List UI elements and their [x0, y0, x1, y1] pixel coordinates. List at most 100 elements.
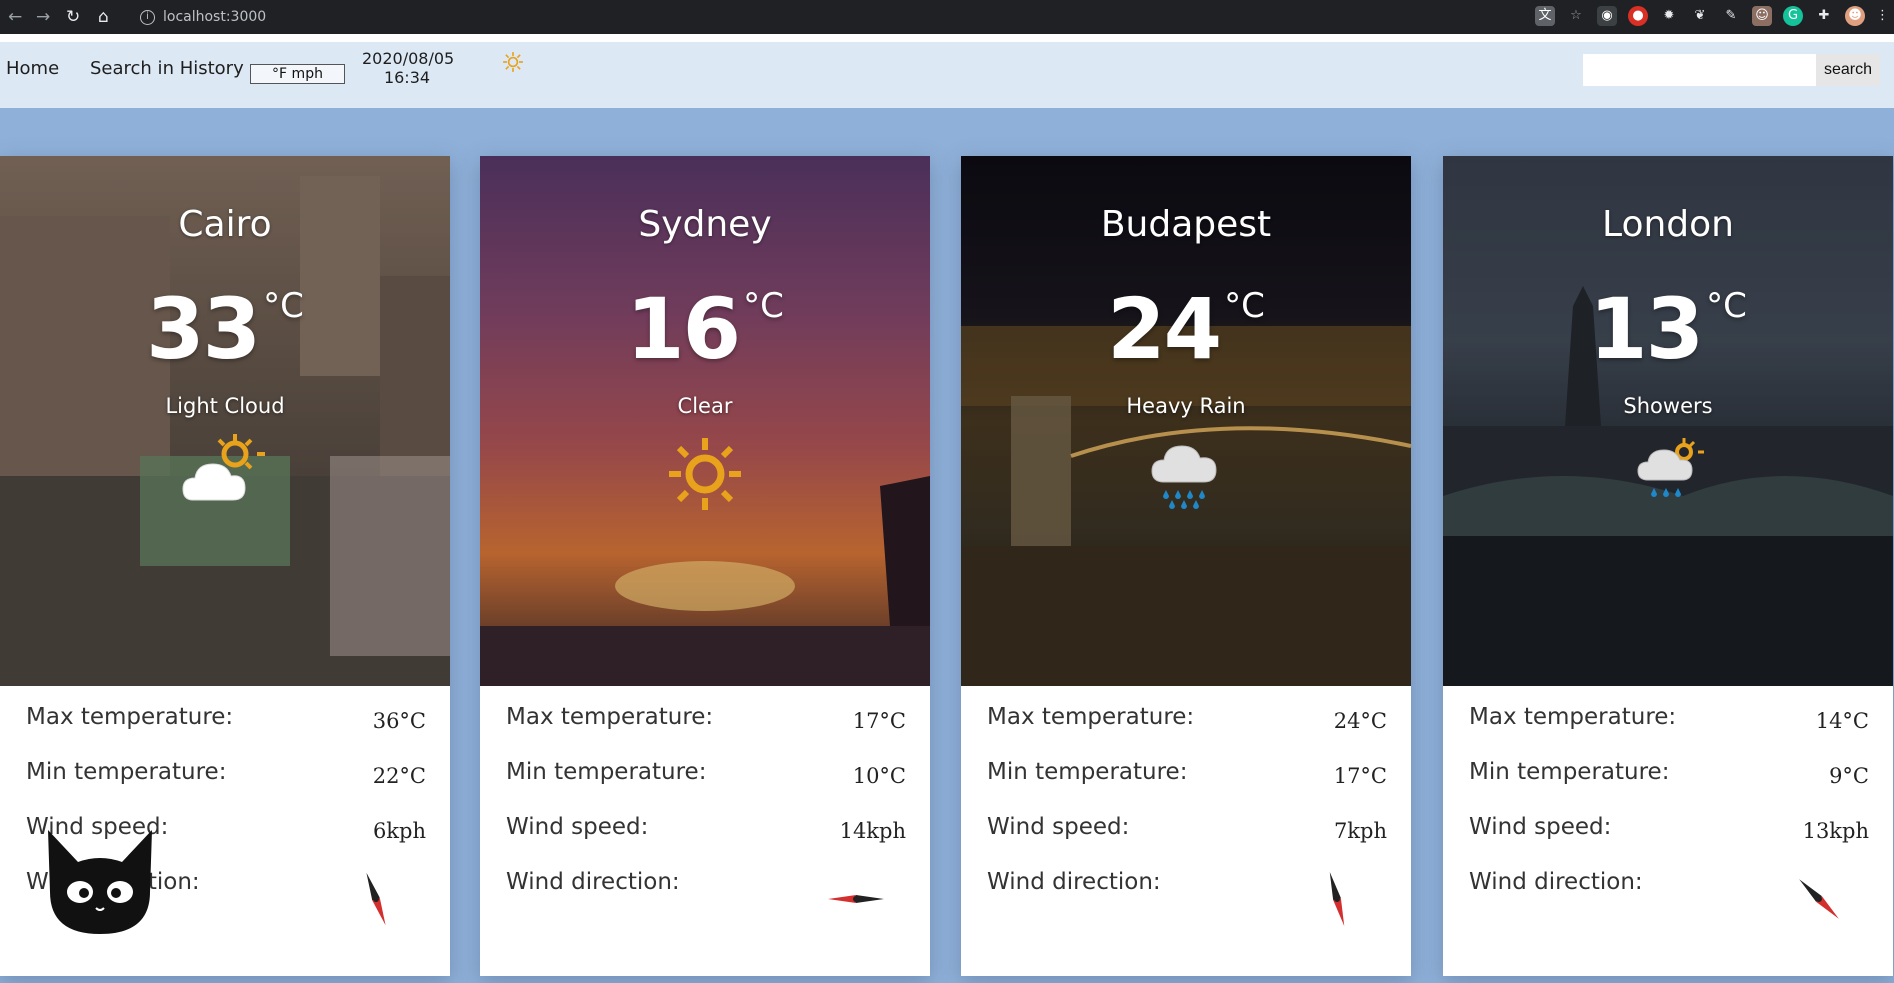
extension-icon[interactable]: ◉ [1597, 6, 1617, 26]
sun-icon [669, 438, 741, 510]
tab-separator [0, 34, 1894, 42]
temperature-unit: °C [263, 286, 304, 326]
menu-icon[interactable]: ⋮ [1876, 6, 1889, 26]
compass-needle-icon [828, 895, 884, 903]
heavy-rain-icon [1151, 445, 1217, 509]
min-temp-row: Min temperature: 10°C [506, 759, 906, 799]
city-name: Sydney [638, 204, 772, 245]
search-input[interactable] [1583, 54, 1816, 86]
shield-extension-icon[interactable]: ● [1628, 6, 1648, 26]
app-header: Home Search in History °F mph 2020/08/05… [0, 42, 1894, 108]
min-temp-label: Min temperature: [987, 759, 1188, 785]
grammarly-icon[interactable]: G [1783, 6, 1803, 26]
wind-speed-label: Wind speed: [1469, 814, 1612, 840]
max-temp-row: Max temperature: 17°C [506, 704, 906, 744]
url-text: localhost:3000 [163, 9, 267, 25]
temperature-unit: °C [1224, 286, 1265, 326]
condition-label: Clear [677, 394, 733, 418]
nav-search-history[interactable]: Search in History [90, 58, 244, 79]
wind-speed-row: Wind speed: 7kph [987, 814, 1387, 854]
wind-direction-label: Wind direction: [506, 869, 680, 895]
max-temp-value: 17°C [852, 709, 906, 733]
min-temp-label: Min temperature: [26, 759, 227, 785]
translate-icon[interactable]: 文 [1535, 6, 1555, 26]
city-photo: Sydney 16 °C Clear [480, 156, 930, 686]
nav-home[interactable]: Home [6, 58, 59, 79]
min-temp-value: 22°C [372, 764, 426, 788]
wind-speed-value: 6kph [372, 819, 426, 843]
min-temp-value: 17°C [1333, 764, 1387, 788]
city-name: Budapest [1100, 204, 1272, 245]
extensions-bar: 文 ☆ ◉ ● ✹ ❦ ✎ ☺ G ✚ ☻ ⋮ [1535, 6, 1889, 26]
leaf-extension-icon[interactable]: ❦ [1690, 6, 1710, 26]
reload-icon[interactable]: ↻ [66, 4, 80, 30]
home-icon[interactable]: ⌂ [98, 4, 109, 30]
min-temp-label: Min temperature: [1469, 759, 1670, 785]
max-temp-label: Max temperature: [26, 704, 234, 730]
temperature-value: 24 [1107, 280, 1222, 378]
star-icon[interactable]: ☆ [1566, 6, 1586, 26]
wind-direction-label: Wind direction: [1469, 869, 1643, 895]
condition-label: Heavy Rain [1126, 394, 1246, 418]
address-bar[interactable]: i localhost:3000 [140, 4, 266, 30]
compass-needle-icon [1329, 871, 1345, 927]
unit-toggle-button[interactable]: °F mph [250, 64, 345, 84]
wind-speed-value: 13kph [1802, 819, 1869, 843]
wind-speed-label: Wind speed: [987, 814, 1130, 840]
pen-extension-icon[interactable]: ✎ [1721, 6, 1741, 26]
current-datetime: 2020/08/05 16:34 [362, 49, 455, 87]
cat-mascot-icon[interactable] [40, 822, 160, 942]
puzzle-icon[interactable]: ✚ [1814, 6, 1834, 26]
showers-icon [1637, 438, 1704, 497]
wind-direction-label: Wind direction: [987, 869, 1161, 895]
max-temp-value: 14°C [1815, 709, 1869, 733]
max-temp-value: 36°C [372, 709, 426, 733]
condition-label: Light Cloud [165, 394, 285, 418]
temperature-value: 16 [626, 280, 741, 378]
temperature-value: 13 [1589, 280, 1704, 378]
browser-toolbar: ← → ↻ ⌂ i localhost:3000 文 ☆ ◉ ● ✹ ❦ ✎ ☺… [0, 0, 1894, 34]
compass-needle-icon [366, 872, 386, 926]
min-temp-row: Min temperature: 17°C [987, 759, 1387, 799]
wind-speed-value: 14kph [839, 819, 906, 843]
min-temp-row: Min temperature: 9°C [1469, 759, 1869, 799]
min-temp-value: 10°C [852, 764, 906, 788]
back-icon[interactable]: ← [8, 4, 22, 30]
wind-speed-value: 7kph [1333, 819, 1387, 843]
max-temp-row: Max temperature: 24°C [987, 704, 1387, 744]
max-temp-row: Max temperature: 36°C [26, 704, 426, 744]
gear-extension-icon[interactable]: ✹ [1659, 6, 1679, 26]
sun-icon [503, 52, 523, 72]
temperature: 24 °C [961, 280, 1411, 378]
profile-avatar[interactable]: ☻ [1845, 6, 1865, 26]
max-temp-value: 24°C [1333, 709, 1387, 733]
forward-icon[interactable]: → [36, 4, 50, 30]
min-temp-row: Min temperature: 22°C [26, 759, 426, 799]
max-temp-row: Max temperature: 14°C [1469, 704, 1869, 744]
face-extension-icon[interactable]: ☺ [1752, 6, 1772, 26]
compass-needle-icon [1799, 879, 1839, 919]
temperature-unit: °C [743, 286, 784, 326]
max-temp-label: Max temperature: [987, 704, 1195, 730]
temperature-value: 33 [146, 280, 261, 378]
city-card-sydney: Sydney 16 °C Clear Max temperature: 17°C M… [480, 156, 930, 976]
current-time: 16:34 [383, 68, 431, 87]
min-temp-label: Min temperature: [506, 759, 707, 785]
city-name: London [1602, 204, 1734, 245]
temperature-unit: °C [1706, 286, 1747, 326]
info-icon[interactable]: i [140, 9, 155, 25]
city-card-london: London 13 °C Showers Max temperature: 14°C… [1443, 156, 1893, 976]
max-temp-label: Max temperature: [1469, 704, 1677, 730]
temperature: 16 °C [480, 280, 930, 378]
wind-speed-row: Wind speed: 14kph [506, 814, 906, 854]
city-photo: London 13 °C Showers [1443, 156, 1893, 686]
temperature: 13 °C [1443, 280, 1893, 378]
city-card-budapest: Budapest 24 °C Heavy Rain Max temperature… [961, 156, 1411, 976]
wind-speed-row: Wind speed: 13kph [1469, 814, 1869, 854]
search-button[interactable]: search [1816, 54, 1880, 86]
max-temp-label: Max temperature: [506, 704, 714, 730]
city-photo: Budapest 24 °C Heavy Rain [961, 156, 1411, 686]
temperature: 33 °C [0, 280, 450, 378]
light-cloud-icon [182, 434, 265, 501]
current-date: 2020/08/05 [362, 49, 455, 68]
